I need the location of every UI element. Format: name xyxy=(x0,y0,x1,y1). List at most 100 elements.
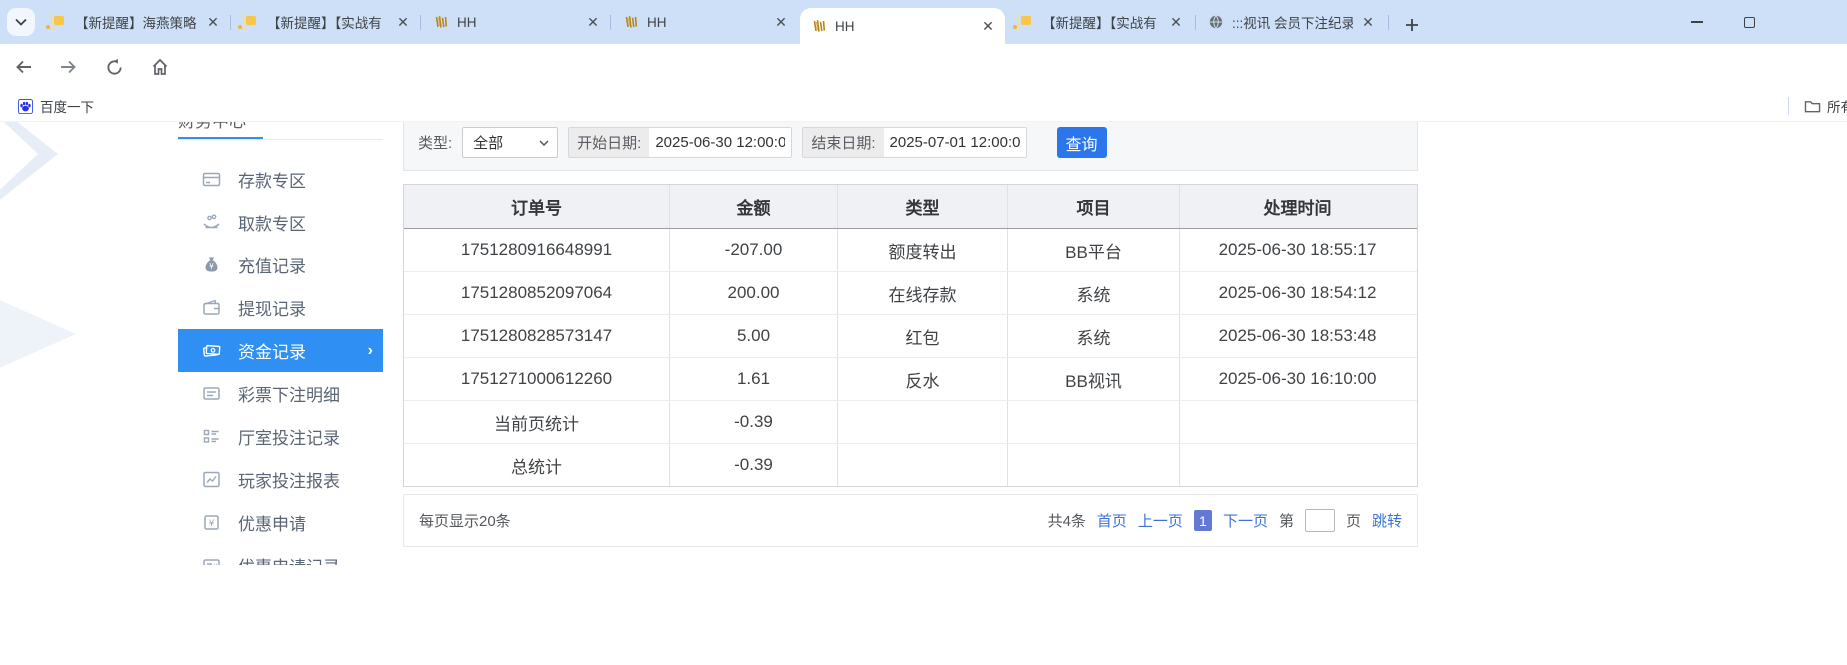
watermark-chevron xyxy=(0,122,58,206)
forward-button[interactable] xyxy=(54,53,82,81)
column-header-amount: 金额 xyxy=(670,185,838,228)
money-bag-icon: ¥ xyxy=(202,255,221,274)
pagination-bar: 每页显示20条 共4条 首页 上一页 1 下一页 第 页 跳转 xyxy=(403,494,1418,547)
tab-search-button[interactable] xyxy=(7,8,35,36)
tab-title: 【新提醒】海燕策略 xyxy=(75,12,198,32)
jump-action-link[interactable]: 跳转 xyxy=(1372,510,1402,531)
sidebar-item-label: 彩票下注明细 xyxy=(238,381,340,406)
sidebar-item-promo-apply-records[interactable]: ¥ 优惠申请记录 xyxy=(178,544,383,565)
tab-close-icon[interactable]: ✕ xyxy=(394,13,412,31)
sidebar-item-withdrawal-records[interactable]: 提现记录 xyxy=(178,286,383,329)
cell-empty xyxy=(1008,401,1180,443)
tab-close-icon[interactable]: ✕ xyxy=(1359,13,1377,31)
browser-tab-1[interactable]: 【新提醒】海燕策略 ✕ xyxy=(40,7,230,37)
tab-close-icon[interactable]: ✕ xyxy=(979,17,997,35)
cell-amount: -0.39 xyxy=(670,401,838,443)
prev-page-link[interactable]: 上一页 xyxy=(1138,510,1183,531)
browser-tab-4[interactable]: HH ✕ xyxy=(612,7,798,37)
sidebar-item-player-bet-report[interactable]: 玩家投注报表 xyxy=(178,458,383,501)
home-icon xyxy=(150,57,170,77)
cell-process-time: 2025-06-30 16:10:00 xyxy=(1180,358,1415,400)
tab-title: HH xyxy=(457,15,578,30)
window-maximize-button[interactable] xyxy=(1726,6,1772,38)
cell-amount: 5.00 xyxy=(670,315,838,357)
grid-list-icon xyxy=(202,427,221,446)
tab-title: :::视讯 会员下注纪录 xyxy=(1232,12,1353,32)
forum-comment-icon xyxy=(243,14,259,30)
sidebar-item-fund-records[interactable]: 资金记录 › xyxy=(178,329,383,372)
sidebar-item-promo-apply[interactable]: ¥ 优惠申请 xyxy=(178,501,383,544)
bookmarks-bar: 百度一下 所有书签 xyxy=(0,90,1847,122)
table-row: 1751280852097064 200.00 在线存款 系统 2025-06-… xyxy=(404,272,1417,315)
page-content: 财务中心 存款专区 取款专区 ¥ 充值记录 提现记录 资金记录 › 彩票下注明细 xyxy=(0,122,1847,565)
cell-summary-label: 当前页统计 xyxy=(404,401,670,443)
per-page-text: 每页显示20条 xyxy=(419,510,511,531)
home-button[interactable] xyxy=(146,53,174,81)
bookmark-label: 百度一下 xyxy=(40,96,94,116)
tab-divider xyxy=(1195,15,1196,30)
chevron-down-icon xyxy=(539,140,549,146)
promo-list-icon: ¥ xyxy=(202,556,221,565)
tab-close-icon[interactable]: ✕ xyxy=(204,13,222,31)
cell-amount: 200.00 xyxy=(670,272,838,314)
sidebar-item-withdraw-zone[interactable]: 取款专区 xyxy=(178,201,383,244)
sidebar-item-recharge-records[interactable]: ¥ 充值记录 xyxy=(178,243,383,286)
start-date-label: 开始日期: xyxy=(569,128,649,157)
cell-empty xyxy=(1180,444,1415,486)
cell-order-no: 1751280916648991 xyxy=(404,229,670,271)
sidebar-item-hall-bet-records[interactable]: 厅室投注记录 xyxy=(178,415,383,458)
reload-button[interactable] xyxy=(100,53,128,81)
sidebar-item-lottery-bet-details[interactable]: 彩票下注明细 xyxy=(178,372,383,415)
all-bookmarks-label: 所有书签 xyxy=(1827,96,1847,116)
type-select-value: 全部 xyxy=(473,132,503,153)
table-header-row: 订单号 金额 类型 项目 处理时间 xyxy=(404,185,1417,229)
type-select[interactable]: 全部 xyxy=(462,127,558,158)
browser-tab-6[interactable]: 【新提醒】【实战有 ✕ xyxy=(1007,7,1193,37)
tab-close-icon[interactable]: ✕ xyxy=(1167,13,1185,31)
cell-project: BB视讯 xyxy=(1008,358,1180,400)
bookmark-baidu[interactable]: 百度一下 xyxy=(10,94,102,118)
back-button[interactable] xyxy=(10,53,38,81)
new-tab-button[interactable] xyxy=(1398,11,1426,39)
end-date-input[interactable] xyxy=(884,128,1026,157)
list-card-icon xyxy=(202,384,221,403)
tab-close-icon[interactable]: ✕ xyxy=(584,13,602,31)
cell-process-time: 2025-06-30 18:55:17 xyxy=(1180,229,1415,271)
gold-scribble-icon xyxy=(623,14,639,30)
chart-report-icon xyxy=(202,470,221,489)
svg-text:¥: ¥ xyxy=(209,519,215,529)
sidebar-item-label: 存款专区 xyxy=(238,167,306,192)
filter-bar: 类型: 全部 开始日期: 结束日期: 查询 xyxy=(403,122,1418,171)
tab-divider xyxy=(1388,15,1389,30)
bookmarks-divider xyxy=(1788,97,1789,115)
watermark-triangle xyxy=(0,294,76,374)
current-page-badge[interactable]: 1 xyxy=(1194,510,1212,531)
table-summary-row-current-page: 当前页统计 -0.39 xyxy=(404,401,1417,444)
cell-amount: -0.39 xyxy=(670,444,838,486)
jump-page-input[interactable] xyxy=(1305,509,1335,532)
column-header-type: 类型 xyxy=(838,185,1008,228)
cell-empty xyxy=(838,401,1008,443)
sidebar-item-label: 取款专区 xyxy=(238,210,306,235)
first-page-link[interactable]: 首页 xyxy=(1097,510,1127,531)
folder-icon xyxy=(1804,99,1821,114)
all-bookmarks-button[interactable]: 所有书签 xyxy=(1804,94,1847,118)
total-count-text: 共4条 xyxy=(1048,510,1086,531)
sidebar-item-deposit-zone[interactable]: 存款专区 xyxy=(178,158,383,201)
tab-title: HH xyxy=(647,15,766,30)
browser-tab-2[interactable]: 【新提醒】【实战有 ✕ xyxy=(232,7,420,37)
browser-tab-5-active[interactable]: HH ✕ xyxy=(800,8,1005,44)
start-date-input[interactable] xyxy=(649,128,791,157)
sidebar-section-title: 财务中心 xyxy=(178,122,383,132)
browser-tab-3[interactable]: HH ✕ xyxy=(422,7,610,37)
sidebar-item-label: 提现记录 xyxy=(238,295,306,320)
window-minimize-button[interactable] xyxy=(1674,6,1720,38)
cell-project: BB平台 xyxy=(1008,229,1180,271)
tab-close-icon[interactable]: ✕ xyxy=(772,13,790,31)
browser-tab-7[interactable]: :::视讯 会员下注纪录 ✕ xyxy=(1197,7,1385,37)
chevron-right-icon: › xyxy=(368,342,373,360)
gold-scribble-icon xyxy=(433,14,449,30)
pagination-controls: 共4条 首页 上一页 1 下一页 第 页 跳转 xyxy=(1048,509,1402,532)
next-page-link[interactable]: 下一页 xyxy=(1223,510,1268,531)
search-button[interactable]: 查询 xyxy=(1057,127,1107,158)
